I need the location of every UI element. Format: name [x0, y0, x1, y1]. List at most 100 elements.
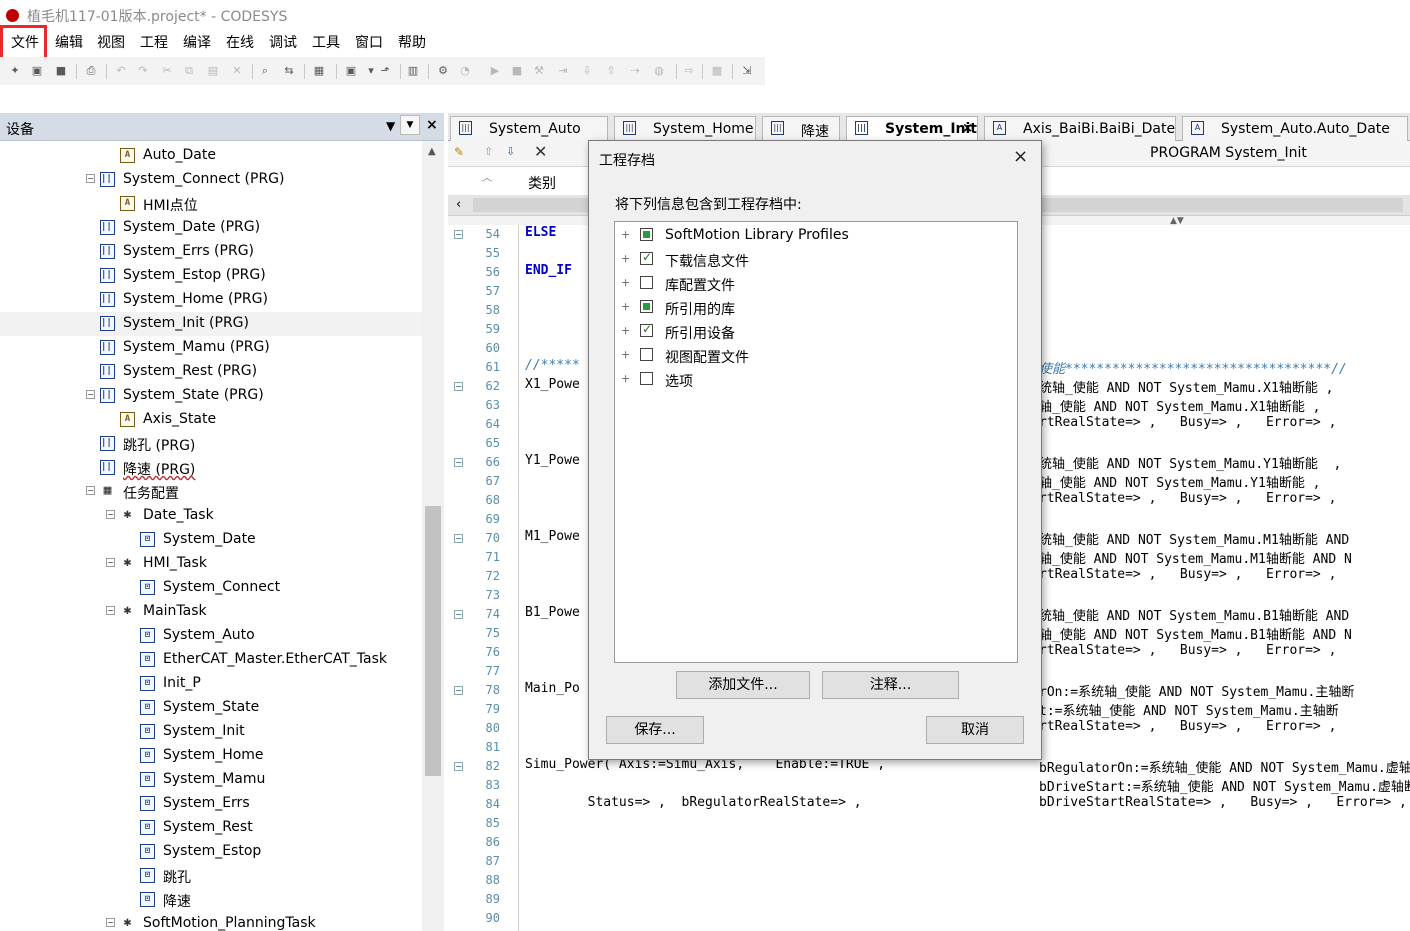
stop-icon[interactable]: ■ — [510, 64, 524, 78]
tab-3[interactable]: ||| System_Init × — [846, 116, 978, 142]
sort-up-icon[interactable]: ︿ — [482, 169, 492, 184]
run-to-cursor-icon[interactable]: ⇢ — [628, 64, 642, 78]
checkbox[interactable] — [640, 250, 653, 265]
login-icon[interactable]: ⚙ — [436, 64, 450, 78]
tab-4[interactable]: A Axis_BaiBi.BaiBi_Date — [984, 116, 1176, 141]
expander-icon[interactable]: − — [106, 558, 115, 567]
tree-item[interactable]: − ✱ Date_Task — [0, 504, 422, 528]
tree-item[interactable]: ||| System_Mamu (PRG) — [0, 336, 422, 360]
expander-icon[interactable]: − — [86, 486, 95, 495]
fold-icon[interactable]: − — [454, 686, 463, 695]
expander-icon[interactable]: − — [106, 918, 115, 927]
tree-item[interactable]: ⊡ System_Errs — [0, 792, 422, 816]
auto-declare-icon[interactable]: ✎ — [454, 145, 464, 159]
tree-dropdown-button[interactable]: ▼ — [400, 115, 420, 135]
checkbox[interactable] — [640, 348, 653, 361]
move-up-icon[interactable]: ⇧ — [484, 145, 493, 158]
menu-5[interactable]: 在线 — [226, 34, 254, 52]
expander-icon[interactable]: − — [86, 174, 95, 183]
tree-item[interactable]: A Axis_State — [0, 408, 422, 432]
fold-icon[interactable]: − — [454, 762, 463, 771]
tree-item[interactable]: ||| System_Rest (PRG) — [0, 360, 422, 384]
dropdown-icon[interactable]: ▾ — [364, 64, 378, 78]
expand-plus-icon[interactable]: + — [621, 325, 630, 336]
checkbox[interactable] — [640, 372, 653, 385]
tree-item[interactable]: − ✱ SoftMotion_PlanningTask — [0, 912, 422, 931]
add-object-icon[interactable]: ▣ — [344, 64, 358, 78]
menu-6[interactable]: 调试 — [269, 34, 297, 52]
tree-item[interactable]: − ||| System_Connect (PRG) — [0, 168, 422, 192]
build-icon[interactable]: ▥ — [406, 64, 420, 78]
expand-plus-icon[interactable]: + — [621, 349, 630, 360]
tree-item[interactable]: ⊡ System_Rest — [0, 816, 422, 840]
expand-plus-icon[interactable]: + — [621, 253, 630, 264]
archive-item[interactable]: + 视图配置文件 — [615, 343, 1015, 367]
tree-item[interactable]: ⊡ System_Mamu — [0, 768, 422, 792]
tab-close-icon[interactable]: × — [962, 121, 973, 136]
logout-icon[interactable]: ◔ — [458, 64, 472, 78]
tab-0[interactable]: ||| System_Auto — [450, 116, 608, 141]
checkbox[interactable] — [640, 300, 653, 313]
tree-item[interactable]: A Auto_Date — [0, 144, 422, 168]
archive-item[interactable]: + 下载信息文件 — [615, 247, 1015, 271]
save-button[interactable]: 保存... — [606, 716, 704, 744]
find-icon[interactable]: ⌕ — [258, 64, 272, 78]
expander-icon[interactable]: − — [106, 510, 115, 519]
force-icon[interactable]: ▩ — [710, 64, 724, 78]
tree-item[interactable]: ||| System_Estop (PRG) — [0, 264, 422, 288]
undo-icon[interactable]: ↶ — [114, 64, 128, 78]
tab-5[interactable]: A System_Auto.Auto_Date — [1182, 116, 1408, 141]
tab-2[interactable]: ||| 降速 — [762, 116, 840, 141]
print-icon[interactable]: ⎙ — [84, 64, 98, 78]
tree-item[interactable]: − ✱ HMI_Task — [0, 552, 422, 576]
paste-icon[interactable]: ▤ — [206, 64, 220, 78]
menu-9[interactable]: 帮助 — [398, 34, 426, 52]
tree-item[interactable]: ||| System_Errs (PRG) — [0, 240, 422, 264]
copy-icon[interactable]: ⧉ — [182, 64, 196, 78]
tree-item[interactable]: ⊡ System_Init — [0, 720, 422, 744]
cancel-button[interactable]: 取消 — [926, 716, 1024, 744]
tree-item[interactable]: ||| System_Init (PRG) — [0, 312, 422, 336]
goto-icon[interactable]: ⇨ — [682, 64, 696, 78]
redo-icon[interactable]: ↷ — [136, 64, 150, 78]
menu-2[interactable]: 视图 — [97, 34, 125, 52]
fold-icon[interactable]: − — [454, 534, 463, 543]
close-icon[interactable]: × — [426, 117, 438, 133]
export-icon[interactable]: ⬏ — [378, 64, 392, 78]
fold-icon[interactable]: − — [454, 382, 463, 391]
start-icon[interactable]: ▶ — [488, 64, 502, 78]
scroll-up-icon[interactable]: ▲ — [428, 146, 436, 157]
add-file-button[interactable]: 添加文件... — [676, 671, 810, 699]
tree-item[interactable]: − ||| System_State (PRG) — [0, 384, 422, 408]
new-project-icon[interactable]: ✦ — [8, 64, 22, 78]
archive-item[interactable]: + SoftMotion Library Profiles — [615, 223, 1015, 247]
tree-item[interactable]: ⊡ System_State — [0, 696, 422, 720]
delete-icon[interactable]: ✕ — [534, 142, 547, 161]
scrollbar-thumb[interactable] — [425, 506, 441, 776]
expander-icon[interactable]: − — [106, 606, 115, 615]
tree-item[interactable]: ⊡ System_Connect — [0, 576, 422, 600]
cut-icon[interactable]: ✂ — [160, 64, 174, 78]
step-out-icon[interactable]: ⇧ — [604, 64, 618, 78]
menu-1[interactable]: 编辑 — [55, 34, 83, 52]
fold-icon[interactable]: − — [454, 458, 463, 467]
tree-item[interactable]: ⊡ EtherCAT_Master.EtherCAT_Task — [0, 648, 422, 672]
replace-icon[interactable]: ⇆ — [282, 64, 296, 78]
delete-icon[interactable]: ✕ — [230, 64, 244, 78]
category-column-header[interactable]: 类别 — [528, 173, 556, 193]
write-icon[interactable]: ⇲ — [740, 64, 754, 78]
expand-plus-icon[interactable]: + — [621, 301, 630, 312]
tree-item[interactable]: ||| System_Home (PRG) — [0, 288, 422, 312]
checkbox[interactable] — [640, 322, 653, 337]
step-over-icon[interactable]: ⇥ — [556, 64, 570, 78]
expand-plus-icon[interactable]: + — [621, 229, 630, 240]
save-icon[interactable]: ■ — [54, 64, 68, 78]
tree-item[interactable]: ⊡ 降速 — [0, 888, 422, 912]
tree-item[interactable]: ⊡ System_Date — [0, 528, 422, 552]
menu-4[interactable]: 编译 — [183, 34, 211, 52]
tree-item[interactable]: − ✱ MainTask — [0, 600, 422, 624]
dialog-close-icon[interactable]: × — [1013, 148, 1028, 166]
tree-item[interactable]: ⊡ System_Auto — [0, 624, 422, 648]
archive-item[interactable]: + 库配置文件 — [615, 271, 1015, 295]
device-tree-scrollbar[interactable]: ▲ — [422, 141, 444, 931]
